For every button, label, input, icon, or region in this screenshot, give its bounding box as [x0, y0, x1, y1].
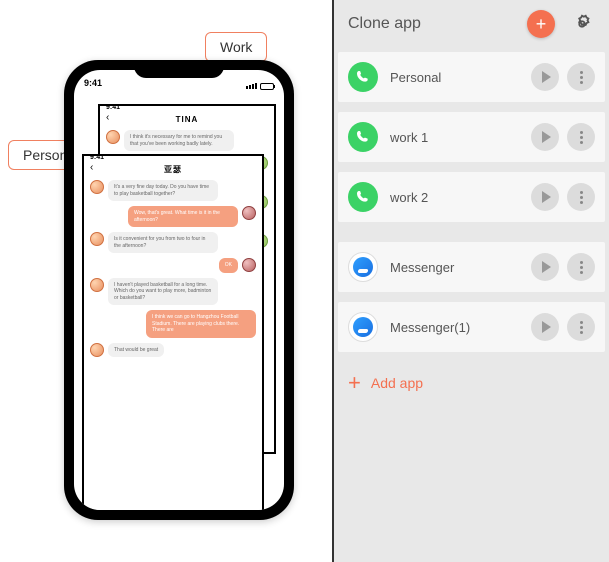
notch — [134, 60, 224, 78]
panel-header: Clone app + — [334, 0, 609, 52]
launch-button[interactable] — [531, 313, 559, 341]
signal-icon — [246, 83, 257, 89]
messenger-icon — [348, 252, 378, 282]
msg-bubble: OK — [219, 258, 238, 273]
more-button[interactable] — [567, 183, 595, 211]
avatar — [106, 130, 120, 144]
panel-title: Clone app — [348, 15, 527, 33]
msg-row: I think it's necessary for me to remind … — [106, 130, 268, 151]
add-app-label: Add app — [371, 375, 423, 391]
chat-title: 亚瑟 — [164, 164, 182, 175]
play-icon — [542, 71, 551, 83]
avatar — [90, 343, 104, 357]
msg-bubble: Wow, that's great. What time is it in th… — [128, 206, 238, 227]
settings-button[interactable] — [569, 11, 595, 37]
app-row: work 2 — [338, 172, 605, 222]
msg-row: OK — [90, 258, 256, 273]
more-button[interactable] — [567, 253, 595, 281]
avatar — [242, 258, 256, 272]
app-label: work 2 — [390, 190, 523, 205]
phone-mockups: Work Personal 9:41 9:41 ‹ TINA I think i — [0, 0, 330, 562]
play-icon — [542, 261, 551, 273]
launch-button[interactable] — [531, 63, 559, 91]
messages: It's a very fine day today. Do you have … — [84, 176, 262, 366]
plus-icon: + — [348, 370, 361, 396]
chat-window-personal: 9:41 ‹ 亚瑟 It's a very fine day today. Do… — [82, 154, 264, 510]
play-icon — [542, 131, 551, 143]
whatsapp-icon — [348, 62, 378, 92]
more-button[interactable] — [567, 123, 595, 151]
msg-row: I haven't played basketball for a long t… — [90, 278, 256, 306]
launch-button[interactable] — [531, 183, 559, 211]
more-icon — [580, 321, 583, 334]
launch-button[interactable] — [531, 253, 559, 281]
add-button[interactable]: + — [527, 10, 555, 38]
app-list: Personal work 1 work 2 Messenger Messenger(1… — [334, 52, 609, 352]
chat-header: 9:41 ‹ TINA — [100, 106, 274, 126]
app-row: Messenger(1) — [338, 302, 605, 352]
more-icon — [580, 131, 583, 144]
app-label: Messenger — [390, 260, 523, 275]
tag-work-label: Work — [220, 39, 252, 55]
app-row: work 1 — [338, 112, 605, 162]
phone-screen: 9:41 9:41 ‹ TINA I think it's necessary … — [74, 70, 284, 510]
msg-bubble: Is it convenient for you from two to fou… — [108, 232, 218, 253]
app-row: Personal — [338, 52, 605, 102]
avatar — [90, 232, 104, 246]
msg-bubble: I think it's necessary for me to remind … — [124, 130, 234, 151]
status-right — [246, 78, 274, 94]
app-row: Messenger — [338, 242, 605, 292]
msg-row: I think we can go to Hangzhou Football S… — [90, 310, 256, 338]
launch-button[interactable] — [531, 123, 559, 151]
play-icon — [542, 191, 551, 203]
more-button[interactable] — [567, 313, 595, 341]
chat-time: 9:41 — [90, 154, 104, 161]
chat-title: TINA — [176, 115, 199, 124]
msg-row: Is it convenient for you from two to fou… — [90, 232, 256, 253]
app-label: Messenger(1) — [390, 320, 523, 335]
avatar — [90, 278, 104, 292]
back-icon[interactable]: ‹ — [106, 112, 109, 123]
back-icon[interactable]: ‹ — [90, 162, 93, 173]
msg-row: Wow, that's great. What time is it in th… — [90, 206, 256, 227]
add-app-row[interactable]: + Add app — [334, 362, 609, 404]
msg-bubble: I haven't played basketball for a long t… — [108, 278, 218, 306]
messenger-icon — [348, 312, 378, 342]
app-label: Personal — [390, 70, 523, 85]
clone-app-panel: Clone app + Personal work 1 work 2 Messenge… — [332, 0, 609, 562]
chat-time: 9:41 — [106, 104, 120, 111]
play-icon — [542, 321, 551, 333]
iphone-device: 9:41 9:41 ‹ TINA I think it's necessary … — [64, 60, 294, 520]
more-icon — [580, 71, 583, 84]
more-button[interactable] — [567, 63, 595, 91]
whatsapp-icon — [348, 122, 378, 152]
tag-work: Work — [205, 32, 267, 62]
msg-bubble: I think we can go to Hangzhou Football S… — [146, 310, 256, 338]
msg-bubble: It's a very fine day today. Do you have … — [108, 180, 218, 201]
more-icon — [580, 191, 583, 204]
msg-row: It's a very fine day today. Do you have … — [90, 180, 256, 201]
more-icon — [580, 261, 583, 274]
msg-row: That would be great — [90, 343, 256, 358]
battery-icon — [260, 83, 274, 90]
avatar — [242, 206, 256, 220]
whatsapp-icon — [348, 182, 378, 212]
msg-bubble: That would be great — [108, 343, 164, 358]
gear-icon — [571, 13, 593, 35]
chat-header: 9:41 ‹ 亚瑟 — [84, 156, 262, 176]
avatar — [90, 180, 104, 194]
app-label: work 1 — [390, 130, 523, 145]
status-time: 9:41 — [84, 78, 102, 94]
